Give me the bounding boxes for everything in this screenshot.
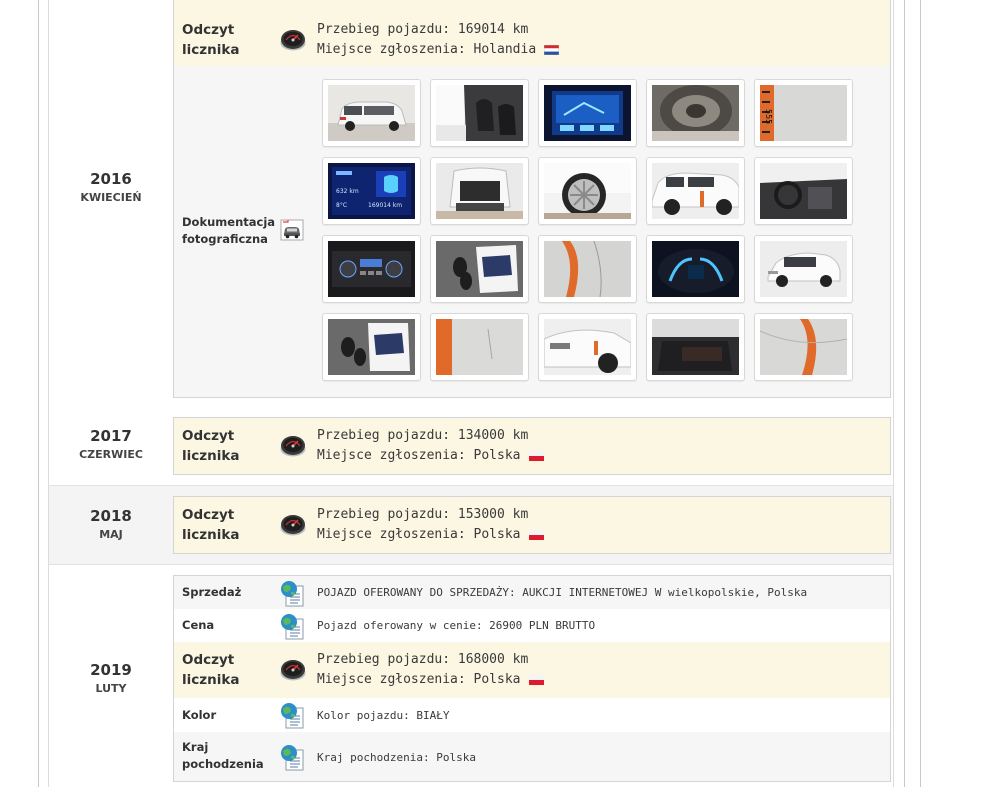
photo-thumbnail-instrument-cluster[interactable] [646,235,745,303]
photo-thumbnail-speedometer[interactable]: 632 km 8°C 169014 km [322,157,421,225]
sale-row: Sprzedaż POJAZD OFEROWANY DO SPRZEDAŻY: … [174,576,890,609]
odometer-icon [280,514,306,537]
photo-thumbnail-side-view[interactable] [646,157,745,225]
mileage-value: Przebieg pojazdu: 153000 km [317,507,529,522]
entry-date: 2019 LUTY [49,661,173,695]
photo-thumbnail-rear-seats[interactable] [646,313,745,381]
history-entry-2018: 2018 MAJ Odczyt licznika Przebieg pojazd… [49,486,893,565]
outside-temp: 8°C [336,202,347,209]
row-label: Cena [182,618,215,632]
photo-thumbnail-dashboard-interior[interactable] [754,157,853,225]
odometer-reading-row: Odczyt licznika Przebieg pojazdu: 169014… [174,0,890,66]
photo-thumbnail-spare-wheel[interactable] [646,79,745,147]
entry-month: KWIECIEŃ [80,191,142,204]
page-border-right [904,0,905,787]
globe-document-icon [280,613,304,640]
location-value: Miejsce zgłoszenia: Polska [317,446,544,466]
location-text: Miejsce zgłoszenia: Polska [317,448,521,463]
page-border-far-right [920,0,921,787]
photo-thumbnail-climate-panel[interactable] [322,235,421,303]
photo-thumbnail-open-trunk[interactable] [430,157,529,225]
mileage-value: Przebieg pojazdu: 134000 km [317,428,529,443]
history-entry-2019: 2019 LUTY Sprzedaż POJAZD OFEROWANY DO S… [49,565,893,787]
netherlands-flag-icon [544,44,560,55]
row-label: Kolor [182,708,217,722]
entry-year: 2019 [90,661,132,679]
row-label: Odczyt licznika [182,507,240,543]
page-border-left [38,0,39,787]
car-photo-icon [280,219,304,241]
entry-details: Odczyt licznika Przebieg pojazdu: 134000… [173,417,891,475]
vehicle-history-panel: 2016 KWIECIEŃ Odczyt licznika Przebieg p… [48,0,894,787]
color-row: Kolor Kolor pojazdu: BIAŁY [174,698,890,732]
photo-thumbnail-car-rear-showroom[interactable] [322,79,421,147]
photo-thumbnail-keys-manual[interactable] [430,235,529,303]
odometer-reading-row: Odczyt licznika Przebieg pojazdu: 153000… [174,497,890,553]
globe-document-icon [280,702,304,729]
history-entry-2016: 2016 KWIECIEŃ Odczyt licznika Przebieg p… [49,0,893,408]
odometer-icon [280,29,306,52]
color-value: Kolor pojazdu: BIAŁY [317,709,450,722]
entry-date: 2016 KWIECIEŃ [49,170,173,204]
odometer-total: 169014 km [368,202,402,209]
entry-month: LUTY [95,682,127,695]
location-value: Miejsce zgłoszenia: Polska [317,525,544,545]
photo-thumbnail-paint-gauge-fender[interactable] [754,313,853,381]
photo-thumbnail-front-seats[interactable] [430,79,529,147]
entry-year: 2017 [90,427,132,445]
odometer-icon [280,659,306,682]
entry-date: 2018 MAJ [49,507,173,541]
entry-month: CZERWIEC [79,448,143,461]
price-row: Cena Pojazd oferowany w cenie: 26900 PLN… [174,609,890,642]
row-label: Kraj pochodzenia [182,740,264,771]
origin-row: Kraj pochodzenia Kraj pochodzenia: Polsk… [174,732,890,781]
odometer-icon [280,435,306,458]
photo-thumbnail-alloy-wheel[interactable] [538,157,637,225]
globe-document-icon [280,580,304,607]
photo-thumbnail-paint-gauge[interactable]: 555 [754,79,853,147]
entry-year: 2018 [90,507,132,525]
poland-flag-icon [528,674,544,685]
photo-thumbnail-keys[interactable] [322,313,421,381]
photo-thumbnail-navigation-screen[interactable] [538,79,637,147]
row-label: Odczyt licznika [182,428,240,464]
row-label: Dokumentacja fotograficzna [182,215,276,246]
photo-thumbnail-paint-gauge-panel[interactable] [430,313,529,381]
odometer-reading-row: Odczyt licznika Przebieg pojazdu: 168000… [174,642,890,698]
trip-km: 632 km [336,188,359,195]
row-label: Odczyt licznika [182,652,240,688]
row-label: Sprzedaż [182,585,242,599]
sticker-text: 555 [764,109,773,124]
history-entry-2017: 2017 CZERWIEC Odczyt licznika Przebieg p… [49,407,893,486]
poland-flag-icon [528,450,544,461]
globe-document-icon [280,744,304,771]
location-text: Miejsce zgłoszenia: Polska [317,672,521,687]
photo-thumbnail-paint-gauge-door[interactable] [538,235,637,303]
odometer-reading-row: Odczyt licznika Przebieg pojazdu: 134000… [174,418,890,474]
entry-date: 2017 CZERWIEC [49,427,173,461]
entry-month: MAJ [99,528,123,541]
location-text: Miejsce zgłoszenia: Holandia [317,42,537,57]
row-label: Odczyt licznika [182,22,240,58]
mileage-value: Przebieg pojazdu: 168000 km [317,652,529,667]
photo-thumbnail-front-bumper[interactable] [538,313,637,381]
price-value: Pojazd oferowany w cenie: 26900 PLN BRUT… [317,619,596,632]
location-text: Miejsce zgłoszenia: Polska [317,527,521,542]
origin-value: Kraj pochodzenia: Polska [317,751,476,764]
location-value: Miejsce zgłoszenia: Holandia [317,40,560,60]
mileage-value: Przebieg pojazdu: 169014 km [317,22,529,37]
entry-details: Odczyt licznika Przebieg pojazdu: 169014… [173,0,891,398]
sale-value: POJAZD OFEROWANY DO SPRZEDAŻY: AUKCJI IN… [317,586,808,599]
entry-year: 2016 [90,170,132,188]
location-value: Miejsce zgłoszenia: Polska [317,670,544,690]
entry-details: Odczyt licznika Przebieg pojazdu: 153000… [173,496,891,554]
photo-thumbnail-front-quarter[interactable] [754,235,853,303]
entry-details: Sprzedaż POJAZD OFEROWANY DO SPRZEDAŻY: … [173,575,891,782]
poland-flag-icon [528,529,544,540]
photo-documentation-row: Dokumentacja fotograficzna 555 632 km 8°… [174,66,890,397]
